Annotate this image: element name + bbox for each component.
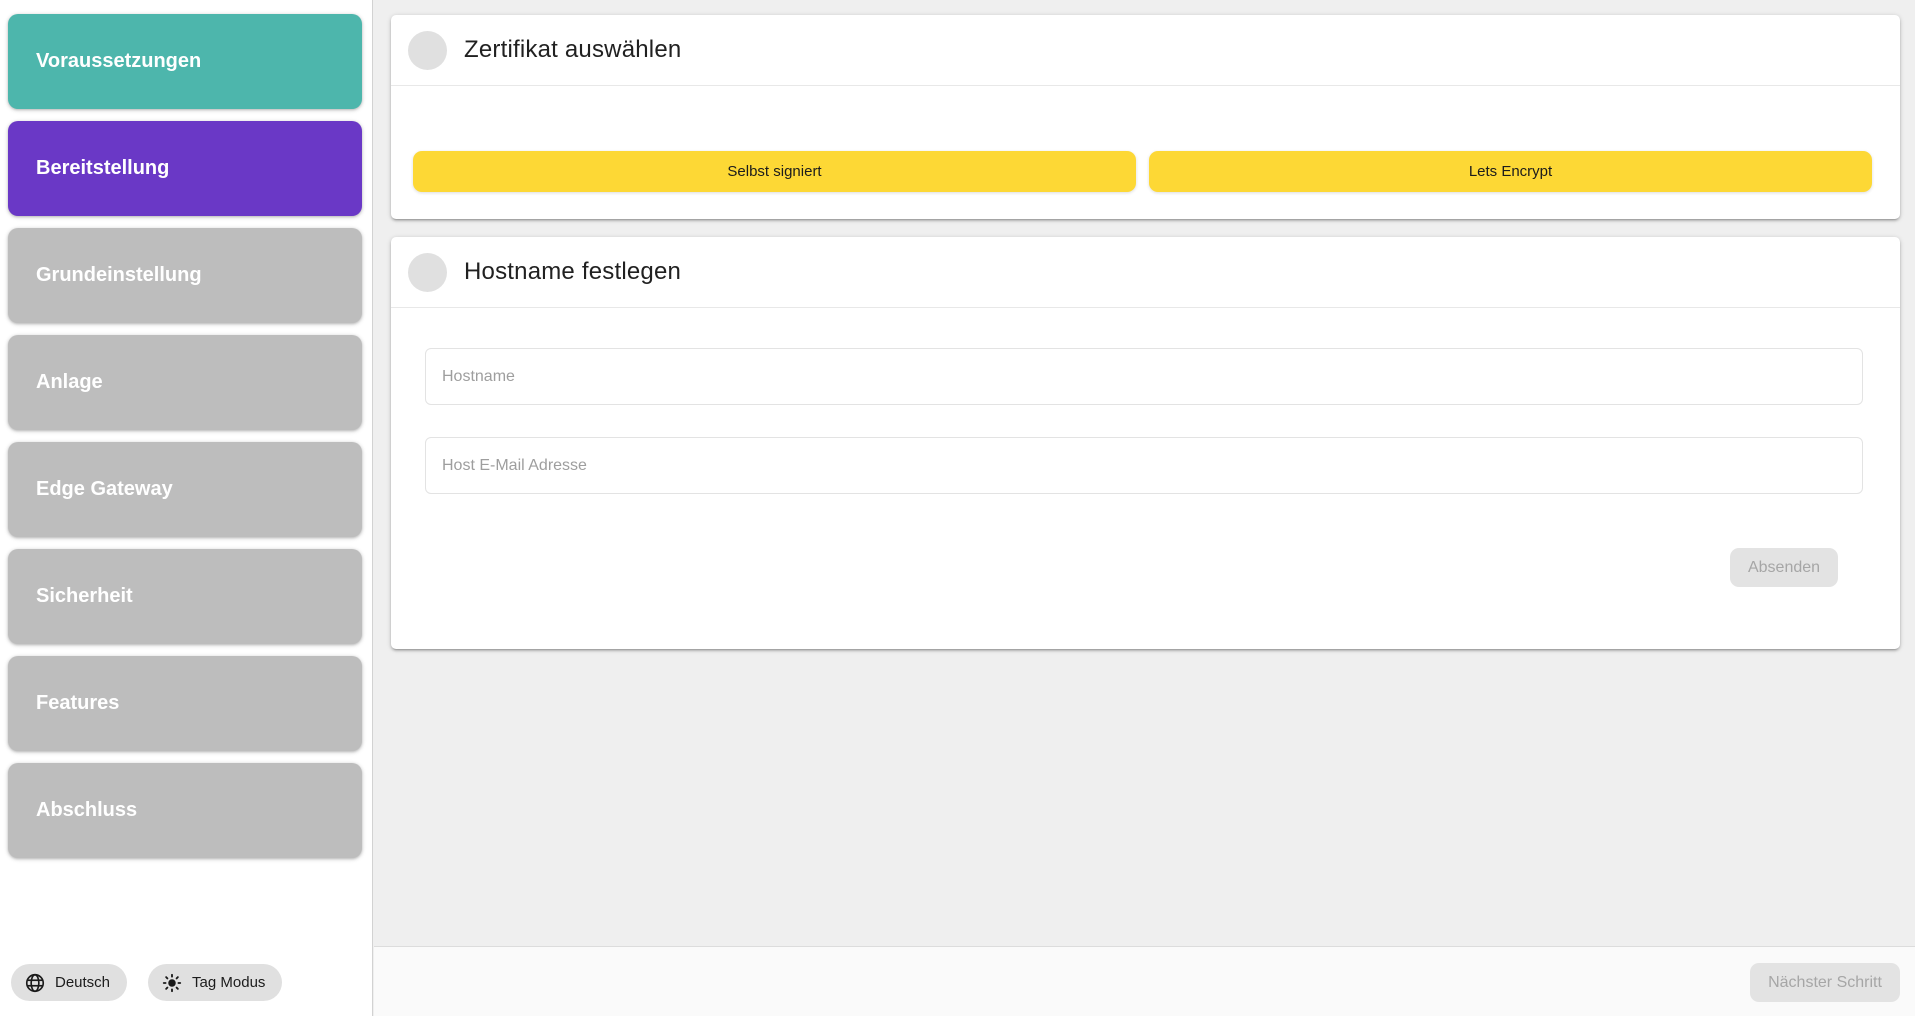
sidebar-item-label: Features: [36, 692, 119, 715]
host-email-input[interactable]: [425, 437, 1863, 494]
sidebar-item-label: Bereitstellung: [36, 157, 169, 180]
sidebar-item-grundeinstellung[interactable]: Grundeinstellung: [8, 228, 362, 323]
globe-icon: [24, 972, 46, 994]
hostname-card-title: Hostname festlegen: [464, 258, 681, 286]
footer-bar: Nächster Schritt: [374, 946, 1915, 1016]
sidebar-item-label: Edge Gateway: [36, 478, 173, 501]
theme-toggle-label: Tag Modus: [192, 974, 265, 991]
certificate-card: Zertifikat auswählen Selbst signiert Let…: [391, 15, 1900, 219]
sidebar: Voraussetzungen Bereitstellung Grundeins…: [0, 0, 373, 1016]
certificate-card-header: Zertifikat auswählen: [391, 15, 1900, 86]
sidebar-item-label: Abschluss: [36, 799, 137, 822]
sidebar-item-label: Grundeinstellung: [36, 264, 202, 287]
main-content: Zertifikat auswählen Selbst signiert Let…: [374, 0, 1915, 1016]
submit-button[interactable]: Absenden: [1730, 548, 1838, 587]
self-signed-button[interactable]: Selbst signiert: [413, 151, 1136, 192]
sidebar-item-voraussetzungen[interactable]: Voraussetzungen: [8, 14, 362, 109]
certificate-options-row: Selbst signiert Lets Encrypt: [413, 151, 1872, 192]
certificate-card-title: Zertifikat auswählen: [464, 36, 681, 64]
next-step-button[interactable]: Nächster Schritt: [1750, 963, 1900, 1002]
step-nav: Voraussetzungen Bereitstellung Grundeins…: [8, 14, 362, 858]
lets-encrypt-button[interactable]: Lets Encrypt: [1149, 151, 1872, 192]
hostname-card-header: Hostname festlegen: [391, 237, 1900, 308]
language-button[interactable]: Deutsch: [11, 964, 127, 1001]
hostname-input[interactable]: [425, 348, 1863, 405]
sidebar-footer: Deutsch: [11, 964, 282, 1001]
theme-toggle-button[interactable]: Tag Modus: [148, 964, 282, 1001]
sidebar-item-features[interactable]: Features: [8, 656, 362, 751]
language-button-label: Deutsch: [55, 974, 110, 991]
step-status-circle: [408, 31, 447, 70]
app-root: Voraussetzungen Bereitstellung Grundeins…: [0, 0, 1915, 1016]
sidebar-item-label: Anlage: [36, 371, 103, 394]
sidebar-item-label: Voraussetzungen: [36, 50, 201, 73]
sun-icon: [161, 972, 183, 994]
sidebar-item-sicherheit[interactable]: Sicherheit: [8, 549, 362, 644]
sidebar-item-anlage[interactable]: Anlage: [8, 335, 362, 430]
sidebar-item-bereitstellung[interactable]: Bereitstellung: [8, 121, 362, 216]
sidebar-item-abschluss[interactable]: Abschluss: [8, 763, 362, 858]
sidebar-item-edge-gateway[interactable]: Edge Gateway: [8, 442, 362, 537]
sidebar-item-label: Sicherheit: [36, 585, 133, 608]
step-status-circle: [408, 253, 447, 292]
hostname-card: Hostname festlegen Absenden: [391, 237, 1900, 649]
